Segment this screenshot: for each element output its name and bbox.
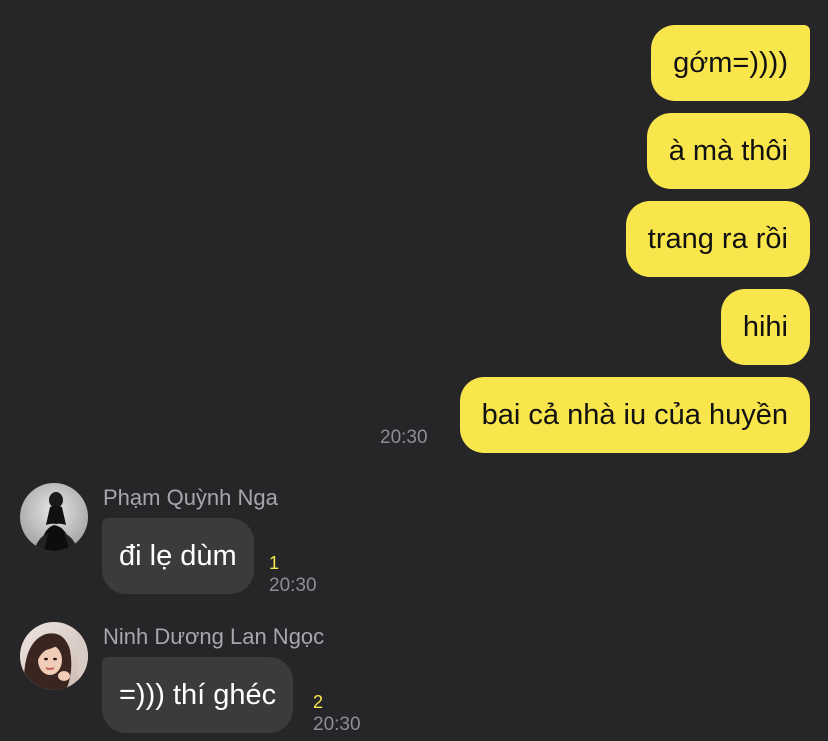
message-text: à mà thôi	[668, 134, 788, 167]
unread-count: 1	[269, 553, 280, 573]
unread-count: 2	[313, 692, 324, 712]
outgoing-message-bubble[interactable]: gớm=))))	[651, 25, 810, 101]
message-timestamp: 20:30	[313, 714, 361, 735]
avatar[interactable]	[20, 622, 88, 690]
avatar-photo-icon	[20, 483, 88, 551]
avatar-photo-icon	[20, 622, 88, 690]
outgoing-message-bubble[interactable]: bai cả nhà iu của huyền	[459, 377, 810, 453]
message-text: đi lẹ dùm	[119, 539, 237, 572]
message-text: gớm=))))	[673, 46, 788, 79]
outgoing-message-bubble[interactable]: hihi	[720, 289, 810, 365]
message-timestamp: 20:30	[380, 427, 428, 448]
chat-message-list[interactable]: gớm=)))) à mà thôi trang ra rồi hihi bai…	[0, 0, 828, 741]
outgoing-message-bubble[interactable]: à mà thôi	[646, 113, 810, 189]
incoming-message-bubble[interactable]: =))) thí ghéc	[102, 657, 294, 733]
message-text: =))) thí ghéc	[119, 678, 277, 711]
sender-name: Phạm Quỳnh Nga	[103, 485, 278, 510]
message-text: trang ra rồi	[647, 222, 788, 255]
outgoing-message-bubble[interactable]: trang ra rồi	[625, 201, 810, 277]
incoming-message-bubble[interactable]: đi lẹ dùm	[102, 518, 254, 594]
message-timestamp: 20:30	[269, 575, 317, 596]
sender-name: Ninh Dương Lan Ngọc	[103, 624, 325, 649]
message-text: hihi	[742, 310, 788, 343]
avatar[interactable]	[20, 483, 88, 551]
message-text: bai cả nhà iu của huyền	[481, 398, 788, 431]
